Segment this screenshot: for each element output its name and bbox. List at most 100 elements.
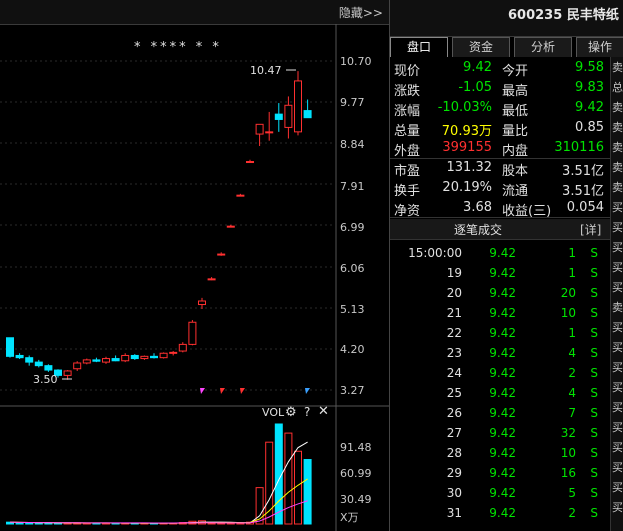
tick-time: 24 bbox=[446, 366, 462, 380]
tick-price: 9.42 bbox=[489, 426, 516, 440]
tick-side: S bbox=[590, 326, 598, 340]
candle-body bbox=[121, 354, 130, 362]
tick-price: 9.42 bbox=[489, 386, 516, 400]
quote-value: 9.83 bbox=[575, 80, 604, 95]
price-axis-label: 3.27 bbox=[340, 384, 365, 397]
side-order-label: 买 bbox=[612, 421, 623, 434]
tick-row: 23 9.42 4 S bbox=[390, 344, 608, 364]
tick-side: S bbox=[590, 486, 598, 500]
tick-row: 26 9.42 7 S bbox=[390, 404, 608, 424]
volume-axis-label: 91.48 bbox=[340, 441, 372, 454]
candle-body bbox=[82, 359, 91, 364]
candle-body bbox=[188, 321, 197, 345]
side-order-label: 买 bbox=[612, 281, 623, 294]
candle-body bbox=[140, 355, 149, 360]
tick-price: 9.42 bbox=[489, 306, 516, 320]
ticks-detail-link[interactable]: [详] bbox=[580, 221, 601, 238]
quote-row: 换手 20.19% 流通 3.51亿 bbox=[390, 178, 608, 199]
tick-time: 30 bbox=[446, 486, 462, 500]
candle-body bbox=[130, 354, 139, 360]
tick-side: S bbox=[590, 246, 598, 260]
tick-price: 9.42 bbox=[489, 366, 516, 380]
divider-1 bbox=[390, 158, 610, 159]
quote-value: 310116 bbox=[554, 140, 604, 155]
candle-body bbox=[217, 253, 226, 256]
candle-body bbox=[92, 359, 101, 362]
volume-bar bbox=[265, 441, 274, 525]
tick-volume: 1 bbox=[568, 266, 576, 280]
quote-value: 399155 bbox=[442, 140, 492, 155]
tick-volume: 7 bbox=[568, 406, 576, 420]
tick-volume: 2 bbox=[568, 366, 576, 380]
side-order-label: 买 bbox=[612, 401, 623, 414]
tab-pankou[interactable]: 盘口 bbox=[390, 37, 448, 57]
side-order-label: 卖 bbox=[612, 181, 623, 194]
quote-value: 20.19% bbox=[442, 180, 492, 195]
candle-body bbox=[294, 80, 302, 133]
tick-row: 21 9.42 10 S bbox=[390, 304, 608, 324]
stock-title: 600235 民丰特纸 bbox=[508, 4, 619, 23]
quote-value: 9.42 bbox=[575, 100, 604, 115]
hide-panel-button[interactable]: 隐藏>> bbox=[339, 4, 383, 21]
gear-icon[interactable]: ⚙ bbox=[285, 405, 297, 420]
help-icon[interactable]: ? bbox=[304, 405, 310, 419]
price-axis-label: 6.06 bbox=[340, 262, 365, 275]
quote-header: 600235 民丰特纸 bbox=[390, 0, 623, 37]
quote-label: 最高 bbox=[502, 84, 529, 99]
tab-zijin[interactable]: 资金 bbox=[452, 37, 510, 57]
quote-panel: 600235 民丰特纸 盘口 资金 分析 操作 现价 9.42 今开 9.58 涨跌 -1… bbox=[389, 0, 623, 531]
tick-time: 27 bbox=[446, 426, 462, 440]
side-order-label: 卖 bbox=[612, 61, 623, 74]
quote-row: 现价 9.42 今开 9.58 bbox=[390, 58, 608, 79]
tick-time: 23 bbox=[446, 346, 462, 360]
tick-row: 29 9.42 16 S bbox=[390, 464, 608, 484]
tick-price: 9.42 bbox=[489, 346, 516, 360]
quote-row: 总量 70.93万 量比 0.85 bbox=[390, 118, 608, 139]
tick-row: 31 9.42 2 S bbox=[390, 504, 608, 524]
tab-fenxi[interactable]: 分析 bbox=[514, 37, 572, 57]
tick-row: 27 9.42 32 S bbox=[390, 424, 608, 444]
tick-price: 9.42 bbox=[489, 486, 516, 500]
tab-caozuo[interactable]: 操作 bbox=[576, 37, 623, 57]
quote-value: 9.42 bbox=[463, 60, 492, 75]
quote-label: 涨幅 bbox=[394, 104, 421, 119]
candle-body bbox=[198, 300, 206, 306]
quote-value: 0.054 bbox=[566, 200, 604, 215]
tick-volume: 1 bbox=[568, 246, 576, 260]
side-order-label: 卖 bbox=[612, 141, 623, 154]
tick-volume: 4 bbox=[568, 346, 576, 360]
side-order-label: 总 bbox=[612, 81, 623, 94]
quote-label: 内盘 bbox=[502, 144, 529, 159]
tick-side: S bbox=[590, 446, 598, 460]
high-price-label: 10.47 bbox=[250, 64, 282, 77]
candle-body bbox=[63, 370, 72, 376]
close-icon[interactable]: ✕ bbox=[318, 404, 329, 419]
divider-2 bbox=[390, 217, 610, 218]
kline-svg[interactable] bbox=[0, 24, 389, 531]
side-order-label: 买 bbox=[612, 241, 623, 254]
side-order-label: 买 bbox=[612, 481, 623, 494]
kline-chart-pane[interactable]: 隐藏>> * **** * * 10.47 3.50 VOL ⚙ ? ✕ X万 … bbox=[0, 0, 389, 531]
tick-side: S bbox=[590, 266, 598, 280]
quote-value: 3.68 bbox=[463, 200, 492, 215]
quote-label: 总量 bbox=[394, 124, 421, 139]
candle-body bbox=[15, 354, 24, 359]
tick-time: 31 bbox=[446, 506, 462, 520]
candle-body bbox=[284, 104, 293, 128]
tick-side: S bbox=[590, 366, 598, 380]
volume-bar bbox=[303, 459, 312, 525]
tick-volume: 4 bbox=[568, 386, 576, 400]
side-order-label: 卖 bbox=[612, 161, 623, 174]
side-order-label: 买 bbox=[612, 361, 623, 374]
quote-label: 量比 bbox=[502, 124, 529, 139]
candle-body bbox=[102, 358, 110, 363]
tick-row: 24 9.42 2 S bbox=[390, 364, 608, 384]
candle-body bbox=[169, 351, 178, 354]
tick-side: S bbox=[590, 426, 598, 440]
tick-row: 30 9.42 5 S bbox=[390, 484, 608, 504]
quote-row: 市盈 131.32 股本 3.51亿 bbox=[390, 158, 608, 179]
quote-row: 涨跌 -1.05 最高 9.83 bbox=[390, 78, 608, 99]
candle-body bbox=[236, 194, 245, 197]
tick-time: 22 bbox=[446, 326, 462, 340]
tick-volume: 32 bbox=[560, 426, 576, 440]
